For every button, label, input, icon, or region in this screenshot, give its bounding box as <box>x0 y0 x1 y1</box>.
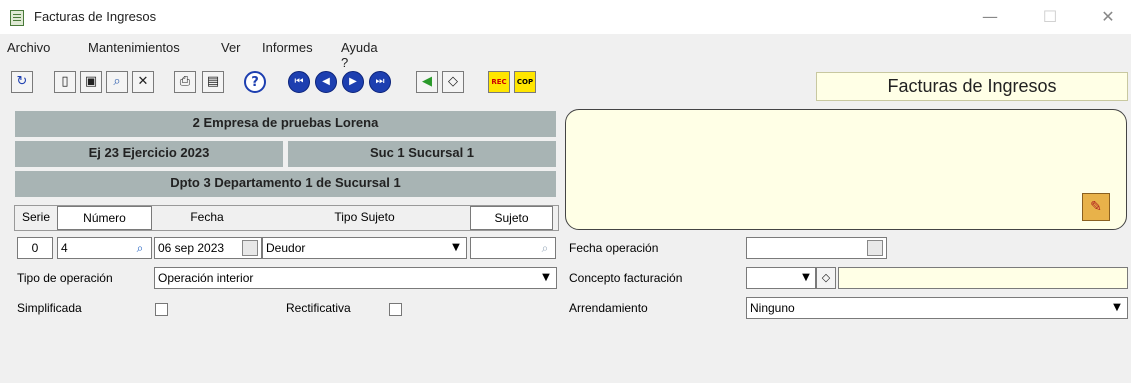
arrendamiento-label: Arrendamiento <box>569 301 648 315</box>
departamento-bar: Dpto 3 Departamento 1 de Sucursal 1 <box>15 171 556 197</box>
menu-mantenimientos[interactable]: Mantenimientos <box>88 40 180 55</box>
search-sujeto-icon[interactable]: ⌕ <box>536 238 554 258</box>
header-fecha: Fecha <box>190 210 224 224</box>
title-bar: Facturas de Ingresos — ☐ ✕ <box>0 0 1131 34</box>
print-icon[interactable]: ⎙ <box>174 71 196 93</box>
arrow-icon[interactable]: ◀ <box>416 71 438 93</box>
menu-informes[interactable]: Informes <box>262 40 313 55</box>
chevron-down-icon[interactable]: ▼ <box>797 268 815 288</box>
fecha-operacion-label: Fecha operación <box>569 241 659 255</box>
cop-icon[interactable]: COP <box>514 71 536 93</box>
simplificada-label: Simplificada <box>17 301 82 315</box>
tipo-operacion-label: Tipo de operación <box>17 271 113 285</box>
header-tipo-sujeto: Tipo Sujeto <box>334 210 395 224</box>
fecha-operacion-field[interactable] <box>746 237 887 259</box>
rectificativa-label: Rectificativa <box>286 301 351 315</box>
concepto-facturacion-label: Concepto facturación <box>569 271 683 285</box>
new-document-icon[interactable]: ▯ <box>54 71 76 93</box>
header-serie: Serie <box>21 210 50 224</box>
calendar-icon[interactable] <box>867 240 883 256</box>
eraser-icon[interactable]: ◇ <box>442 71 464 93</box>
attach-icon[interactable]: ✎ <box>1082 193 1110 221</box>
serie-field[interactable]: 0 <box>17 237 53 259</box>
close-button[interactable]: ✕ <box>1086 4 1130 30</box>
save-icon[interactable]: ▣ <box>80 71 102 93</box>
empresa-bar: 2 Empresa de pruebas Lorena <box>15 111 556 137</box>
chevron-down-icon[interactable]: ▼ <box>1108 298 1126 318</box>
chevron-down-icon[interactable]: ▼ <box>447 238 465 258</box>
menu-archivo[interactable]: Archivo <box>7 40 50 55</box>
window-title: Facturas de Ingresos <box>34 9 157 24</box>
delete-icon[interactable]: ✕ <box>132 71 154 93</box>
sucursal-bar: Suc 1 Sucursal 1 <box>288 141 556 167</box>
rectificativa-checkbox[interactable] <box>389 303 402 316</box>
rec-icon[interactable]: REC <box>488 71 510 93</box>
search-numero-icon[interactable]: ⌕ <box>131 238 149 258</box>
eraser-icon[interactable]: ◇ <box>816 267 836 289</box>
first-record-icon[interactable]: ⏮ <box>288 71 310 93</box>
header-title-box: Facturas de Ingresos <box>816 72 1128 101</box>
maximize-button[interactable]: ☐ <box>1028 4 1072 30</box>
search-icon[interactable]: ⌕ <box>106 71 128 93</box>
last-record-icon[interactable]: ⏭ <box>369 71 391 93</box>
view-icon[interactable]: ▤ <box>202 71 224 93</box>
help-icon[interactable]: ? <box>244 71 266 93</box>
previous-record-icon[interactable]: ◀ <box>315 71 337 93</box>
tipo-sujeto-select[interactable]: Deudor <box>262 237 467 259</box>
concepto-descripcion-field[interactable] <box>838 267 1128 289</box>
menu-ver[interactable]: Ver <box>221 40 241 55</box>
simplificada-checkbox[interactable] <box>155 303 168 316</box>
ejercicio-bar: Ej 23 Ejercicio 2023 <box>15 141 283 167</box>
calendar-icon[interactable] <box>242 240 258 256</box>
header-sujeto: Sujeto <box>470 206 553 230</box>
tipo-operacion-select[interactable]: Operación interior <box>154 267 557 289</box>
minimize-button[interactable]: — <box>968 4 1012 30</box>
app-icon <box>10 10 24 26</box>
arrendamiento-select[interactable]: Ninguno <box>746 297 1128 319</box>
header-numero: Número <box>57 206 152 230</box>
refresh-icon[interactable]: ↻ <box>11 71 33 93</box>
next-record-icon[interactable]: ▶ <box>342 71 364 93</box>
chevron-down-icon[interactable]: ▼ <box>537 268 555 288</box>
notes-area[interactable] <box>565 109 1127 230</box>
